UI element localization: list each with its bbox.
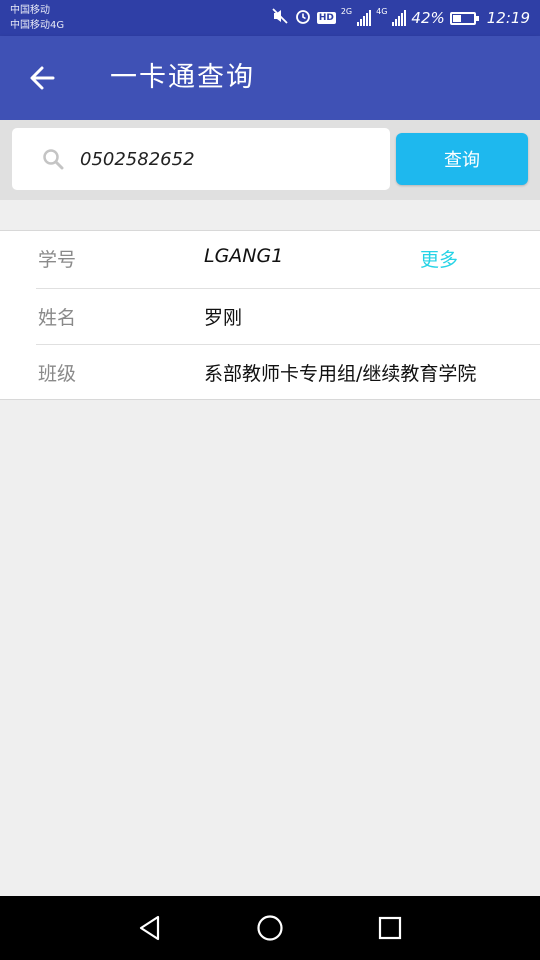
card-number-input[interactable] <box>80 138 370 180</box>
recents-square-icon <box>378 916 402 940</box>
status-icons: HD 2G 4G 42% 12:19 <box>271 0 530 36</box>
carrier-info: 中国移动 中国移动4G <box>10 3 64 33</box>
student-id-label: 学号 <box>38 249 77 271</box>
carrier-1: 中国移动 <box>10 5 50 16</box>
page-title: 一卡通查询 <box>110 62 255 93</box>
battery-fill <box>452 14 461 22</box>
battery-percent: 42% <box>411 9 445 27</box>
info-card: 学号 LGANG1 更多 姓名 罗刚 班级 系部教师卡专用组/继续教育学院 <box>0 230 540 400</box>
signal-4g-icon <box>392 10 407 26</box>
navigation-bar <box>0 896 540 960</box>
class-label: 班级 <box>38 363 77 385</box>
nav-back-button[interactable] <box>130 908 170 948</box>
name-label: 姓名 <box>38 307 77 329</box>
status-bar: 中国移动 中国移动4G HD 2G 4G 42% 12:19 <box>0 0 540 36</box>
app-bar: 一卡通查询 <box>0 36 540 120</box>
network-2g-label: 2G <box>340 7 353 16</box>
class-value: 系部教师卡专用组/继续教育学院 <box>204 363 477 385</box>
signal-2g-icon <box>357 10 372 26</box>
info-row-name: 姓名 罗刚 <box>36 288 540 344</box>
student-id-value: LGANG1 <box>204 245 284 267</box>
battery-icon <box>449 11 479 25</box>
clock-time: 12:19 <box>486 9 530 27</box>
back-button[interactable] <box>22 58 62 98</box>
network-4g-label: 4G <box>376 7 388 16</box>
nav-home-button[interactable] <box>250 908 290 948</box>
info-row-student-id: 学号 LGANG1 更多 <box>36 231 540 287</box>
name-value: 罗刚 <box>204 307 243 329</box>
search-area: 查询 <box>0 120 540 200</box>
alarm-icon <box>294 7 312 29</box>
search-box[interactable] <box>12 128 390 190</box>
more-link[interactable]: 更多 <box>420 245 458 272</box>
info-row-class: 班级 系部教师卡专用组/继续教育学院 <box>36 344 540 400</box>
hd-icon: HD <box>316 12 336 24</box>
nav-recents-button[interactable] <box>370 908 410 948</box>
home-circle-icon <box>257 915 283 941</box>
mute-icon <box>271 7 289 29</box>
carrier-2: 中国移动4G <box>10 20 65 31</box>
query-button[interactable]: 查询 <box>396 133 528 185</box>
search-icon <box>43 149 64 170</box>
back-triangle-icon <box>139 915 160 941</box>
back-arrow-icon <box>30 66 55 90</box>
